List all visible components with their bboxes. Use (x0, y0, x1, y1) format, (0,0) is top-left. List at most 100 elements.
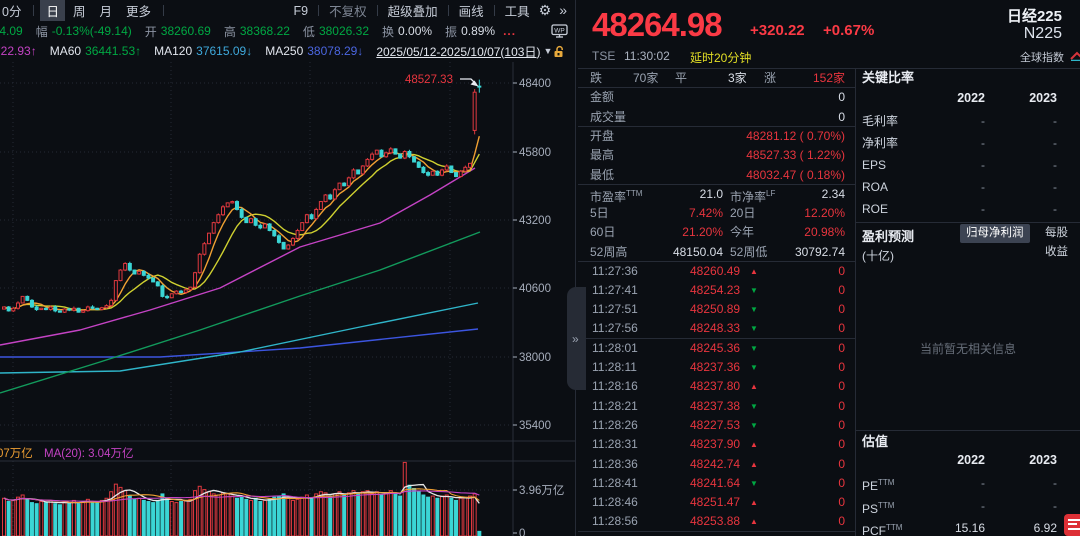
ma120-value: 37615.09↓ (196, 44, 252, 58)
divider (318, 5, 319, 16)
year-header: 2022 (957, 453, 985, 467)
row-divider (578, 87, 855, 88)
down-arrow-icon: ▼ (750, 416, 758, 435)
quote-panel: 48264.98 +320.22 +0.67% TSE 11:30:02 延时2… (578, 0, 855, 536)
tick-row: 11:28:1648237.80▲0 (578, 377, 855, 396)
f9-button[interactable]: F9 (288, 3, 313, 19)
volume-ma20-label: MA(20): 3.04万亿 (44, 448, 133, 460)
forecast-title: 盈利预测 (862, 226, 914, 245)
empty-state-text: 当前暂无相关信息 (856, 340, 1080, 357)
period-tab-day[interactable]: 日 (40, 0, 65, 21)
tick-row: 11:27:5148250.89▼0 (578, 300, 855, 319)
ma60-label: MA60 (50, 44, 81, 58)
chart-canvas[interactable]: 4840045800432004060038000354003.96万亿0485… (0, 62, 575, 536)
period-tab-60min[interactable]: 0分 (0, 0, 27, 21)
quote-row: 跌70家平3家涨 152家 (578, 68, 855, 88)
volume-ma-label: 07万亿 MA(20): 3.04万亿 (0, 445, 133, 461)
promo-badge-icon[interactable] (1064, 514, 1080, 536)
svg-text:0: 0 (519, 528, 525, 536)
key-ratios-title: 关键比率 (862, 67, 914, 86)
field-label: 低 (303, 23, 315, 40)
quote-row: 最低48032.47 ( 0.18%) (578, 165, 855, 185)
ohlc-info-bar: 854.09 幅 -0.13%(-49.14) 开 38260.69 高 383… (0, 21, 575, 41)
down-arrow-icon: ▼ (750, 281, 758, 300)
open-value: 38260.69 (161, 24, 211, 38)
ma250-value: 38078.29↓ (307, 44, 363, 58)
row-divider (578, 126, 855, 127)
index-category-tag[interactable]: 全球指数 (1020, 49, 1064, 65)
tick-row: 11:27:5648248.33▼0 (578, 319, 855, 338)
gear-icon[interactable]: ⚙ (539, 2, 552, 19)
key-ratio-row: 净利率-- (856, 132, 1080, 154)
up-arrow-icon: ▲ (750, 455, 758, 474)
quote-row: 最高48527.33 ( 1.22%) (578, 145, 855, 165)
quote-row: 开盘48281.12 ( 0.70%) (578, 126, 855, 146)
tab-eps[interactable]: 每股收益 (1039, 224, 1080, 243)
key-ratio-row: EPS-- (856, 154, 1080, 176)
unlock-icon[interactable] (553, 45, 566, 58)
field-label: 振 (445, 23, 457, 40)
header-divider (578, 68, 1080, 69)
tick-row: 11:28:5648253.88▲0 (578, 512, 855, 531)
chevrons-right-icon[interactable]: » (559, 2, 567, 18)
ma-info-bar: 722.93↑ MA60 36441.53↑ MA120 37615.09↓ M… (0, 41, 575, 61)
amplitude-value: 0.89% (461, 24, 495, 38)
divider (163, 5, 164, 16)
tick-row: 11:28:3648242.74▲0 (578, 455, 855, 474)
last-price: 48264.98 (592, 6, 722, 44)
period-tab-more[interactable]: 更多 (120, 0, 157, 21)
tick-row: 11:28:3148237.90▲0 (578, 435, 855, 454)
turnover-value: 0.00% (398, 24, 432, 38)
key-ratio-row: 毛利率-- (856, 110, 1080, 132)
valuation-title: 估值 (862, 431, 888, 450)
panel-expand-tab[interactable]: » (567, 287, 586, 390)
svg-text:48400: 48400 (519, 78, 551, 90)
draw-line-button[interactable]: 画线 (454, 0, 489, 21)
instrument-name: 日经225 (1007, 5, 1062, 26)
candlestick-chart[interactable]: 4840045800432004060038000354003.96万亿0485… (0, 62, 575, 536)
tick-row: 11:28:2648227.53▼0 (578, 416, 855, 435)
quote-row: 成交量0 (578, 107, 855, 127)
field-label: 开 (145, 23, 157, 40)
divider (494, 5, 495, 16)
key-ratio-row: ROE-- (856, 198, 1080, 220)
down-arrow-icon: ▼ (750, 474, 758, 493)
tick-row: 11:28:1148237.36▼0 (578, 358, 855, 377)
forecast-unit: (十亿) (862, 247, 894, 264)
tools-button[interactable]: 工具 (500, 0, 535, 21)
quote-row: 52周高48150.0452周低30792.74 (578, 242, 855, 262)
field-label: 换 (382, 23, 394, 40)
divider (377, 5, 378, 16)
adjust-mode-button[interactable]: 不复权 (324, 0, 372, 21)
volume-value-label: 07万亿 (0, 448, 33, 460)
chevron-down-icon[interactable]: ▼ (543, 46, 552, 56)
tick-row: 11:28:2148237.38▼0 (578, 397, 855, 416)
up-arrow-icon: ▲ (750, 493, 758, 512)
ma120-label: MA120 (154, 44, 192, 58)
tab-net-profit[interactable]: 归母净利润 (960, 224, 1030, 243)
down-arrow-icon: ▼ (750, 339, 758, 358)
quote-row: 市盈率TTM21.0市净率LF2.34 (578, 184, 855, 204)
wp-monitor-icon[interactable]: WP (551, 24, 568, 38)
section-divider (856, 430, 1080, 431)
quote-row: 金额0 (578, 87, 855, 107)
down-arrow-icon: ▼ (750, 397, 758, 416)
valuation-row: PCFTTM15.166.92 (856, 517, 1080, 536)
divider (448, 5, 449, 16)
svg-text:48527.33: 48527.33 (405, 74, 453, 86)
svg-text:43200: 43200 (519, 215, 551, 227)
period-tab-month[interactable]: 月 (93, 0, 118, 21)
trading-app: 0分 日 周 月 更多 F9 不复权 超级叠加 画线 工具 ⚙ » 854.09… (0, 0, 1080, 536)
date-range-selector[interactable]: 2025/05/12-2025/10/07(103日) (376, 43, 540, 60)
up-arrow-icon: ▲ (750, 512, 758, 531)
field-label: 幅 (36, 23, 48, 40)
ma60-value: 36441.53↑ (85, 44, 141, 58)
period-tab-week[interactable]: 周 (67, 0, 92, 21)
more-indicator[interactable]: ... (503, 24, 516, 38)
panel-divider (855, 68, 856, 536)
super-overlay-button[interactable]: 超级叠加 (383, 0, 443, 21)
up-arrow-icon: ▲ (750, 377, 758, 396)
row-divider (578, 184, 855, 185)
prev-value: 854.09 (0, 24, 23, 38)
tick-row: 11:27:4148254.23▼0 (578, 281, 855, 300)
